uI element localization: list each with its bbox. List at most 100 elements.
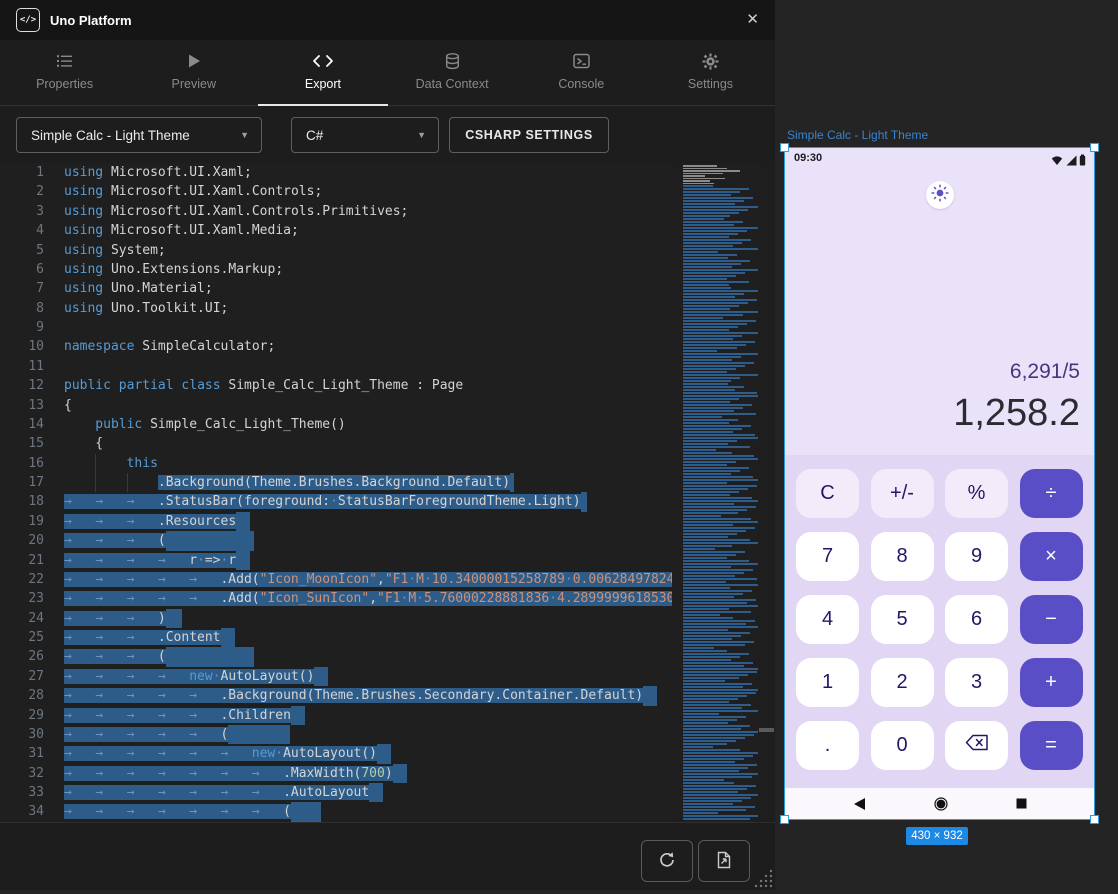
tab-preview[interactable]: Preview <box>129 40 258 105</box>
code-line[interactable]: 19→→→.Resources <box>0 512 672 531</box>
device-frame[interactable]: 09:30 <box>784 147 1095 820</box>
code-line[interactable]: 25→→→.Content <box>0 628 672 647</box>
tab-export[interactable]: Export <box>258 40 387 105</box>
nav-home-icon[interactable] <box>934 797 948 811</box>
minimap-selection-line <box>683 257 728 259</box>
key-eight[interactable]: 8 <box>871 532 934 581</box>
nav-recents-icon[interactable] <box>1016 798 1027 809</box>
key-clear[interactable]: C <box>796 469 859 518</box>
code-line[interactable]: 8using Uno.Toolkit.UI; <box>0 299 672 318</box>
frame-handle-top-right[interactable] <box>1090 143 1099 152</box>
frame-handle-bottom-left[interactable] <box>780 815 789 824</box>
component-select[interactable]: Simple Calc - Light Theme ▼ <box>16 117 262 153</box>
key-add[interactable]: + <box>1020 658 1083 707</box>
code-line[interactable]: 5using System; <box>0 241 672 260</box>
key-three[interactable]: 3 <box>945 658 1008 707</box>
minimap-selection-line <box>683 599 756 601</box>
key-one[interactable]: 1 <box>796 658 859 707</box>
key-multiply[interactable]: × <box>1020 532 1083 581</box>
line-number: 11 <box>0 357 44 376</box>
code-line[interactable]: 29→→→→→.Children <box>0 706 672 725</box>
key-equals[interactable]: = <box>1020 721 1083 770</box>
code-line[interactable]: 11 <box>0 357 672 376</box>
code-line[interactable]: 31→→→→→→new·AutoLayout() <box>0 744 672 763</box>
key-two[interactable]: 2 <box>871 658 934 707</box>
minimap-selection-line <box>683 500 758 502</box>
key-six[interactable]: 6 <box>945 595 1008 644</box>
code-line[interactable]: 26→→→( <box>0 647 672 666</box>
frame-handle-bottom-right[interactable] <box>1090 815 1099 824</box>
code-line[interactable]: 9 <box>0 318 672 337</box>
key-percent[interactable]: % <box>945 469 1008 518</box>
minimap-selection-line <box>683 752 758 754</box>
tab-console[interactable]: Console <box>517 40 646 105</box>
code-line[interactable]: 4using Microsoft.UI.Xaml.Media; <box>0 221 672 240</box>
key-zero[interactable]: 0 <box>871 721 934 770</box>
code-line[interactable]: 21→→→→r·=>·r <box>0 551 672 570</box>
artboard-label[interactable]: Simple Calc - Light Theme <box>787 128 928 142</box>
key-five[interactable]: 5 <box>871 595 934 644</box>
minimap-selection-line <box>683 197 753 199</box>
code-line[interactable]: 17 .Background(Theme.Brushes.Background.… <box>0 473 672 492</box>
minimap-selection-line <box>683 185 713 187</box>
language-select[interactable]: C# ▼ <box>291 117 439 153</box>
code-line[interactable]: 2using Microsoft.UI.Xaml.Controls; <box>0 182 672 201</box>
nav-back-icon[interactable] <box>853 797 866 811</box>
key-subtract[interactable]: − <box>1020 595 1083 644</box>
csharp-settings-button[interactable]: CSHARP SETTINGS <box>449 117 609 153</box>
key-nine[interactable]: 9 <box>945 532 1008 581</box>
code-line[interactable]: 24→→→) <box>0 609 672 628</box>
editor-minimap[interactable] <box>683 163 758 824</box>
theme-toggle-button[interactable] <box>926 181 954 209</box>
minimap-selection-line <box>683 791 738 793</box>
design-canvas[interactable]: Simple Calc - Light Theme 09:30 <box>775 0 1118 890</box>
status-icons <box>1051 153 1086 171</box>
minimap-selection-line <box>683 662 753 664</box>
code-line[interactable]: 33→→→→→→→.AutoLayout <box>0 783 672 802</box>
code-line[interactable]: 3using Microsoft.UI.Xaml.Controls.Primit… <box>0 202 672 221</box>
tab-properties[interactable]: Properties <box>0 40 129 105</box>
code-line[interactable]: 22→→→→→.Add("Icon_MoonIcon","F1·M·10.340… <box>0 570 672 589</box>
editor-scrollbar[interactable] <box>759 728 774 732</box>
minimap-selection-line <box>683 401 730 403</box>
key-plus-minus[interactable]: +/- <box>871 469 934 518</box>
close-icon[interactable]: ✕ <box>746 10 759 28</box>
minimap-selection-line <box>683 497 752 499</box>
code-line[interactable]: 12public partial class Simple_Calc_Light… <box>0 376 672 395</box>
key-decimal[interactable]: . <box>796 721 859 770</box>
code-line[interactable]: 14 public Simple_Calc_Light_Theme() <box>0 415 672 434</box>
code-line[interactable]: 23→→→→→.Add("Icon_SunIcon","F1·M·5.76000… <box>0 589 672 608</box>
code-line[interactable]: 6using Uno.Extensions.Markup; <box>0 260 672 279</box>
code-line[interactable]: 18→→→.StatusBar(foreground:·StatusBarFor… <box>0 492 672 511</box>
code-line[interactable]: 20→→→( <box>0 531 672 550</box>
code-line[interactable]: 27→→→→new·AutoLayout() <box>0 667 672 686</box>
key-backspace[interactable] <box>945 721 1008 770</box>
code-line[interactable]: 34→→→→→→→( <box>0 802 672 821</box>
code-line[interactable]: 28→→→→→.Background(Theme.Brushes.Seconda… <box>0 686 672 705</box>
code-line[interactable]: 15 { <box>0 434 672 453</box>
key-four[interactable]: 4 <box>796 595 859 644</box>
minimap-selection-line <box>683 659 731 661</box>
minimap-selection-line <box>683 746 713 748</box>
export-file-button[interactable] <box>698 840 750 882</box>
tab-settings[interactable]: Settings <box>646 40 775 105</box>
refresh-button[interactable] <box>641 840 693 882</box>
frame-handle-top-left[interactable] <box>780 143 789 152</box>
line-content: →→→→→.Add("Icon_SunIcon","F1·M·5.7600022… <box>64 589 672 608</box>
code-line[interactable]: 30→→→→→( <box>0 725 672 744</box>
tab-data-context[interactable]: Data Context <box>388 40 517 105</box>
line-content: using Microsoft.UI.Xaml; <box>64 163 252 182</box>
line-number: 6 <box>0 260 44 279</box>
code-line[interactable]: 16 this <box>0 454 672 473</box>
code-line[interactable]: 32→→→→→→→.MaxWidth(700) <box>0 764 672 783</box>
code-line[interactable]: 13{ <box>0 396 672 415</box>
code-line[interactable]: 1using Microsoft.UI.Xaml; <box>0 163 672 182</box>
line-number: 25 <box>0 628 44 647</box>
code-line[interactable]: 10namespace SimpleCalculator; <box>0 337 672 356</box>
minimap-selection-line <box>683 260 750 262</box>
key-seven[interactable]: 7 <box>796 532 859 581</box>
code-editor[interactable]: 1using Microsoft.UI.Xaml;2using Microsof… <box>0 163 672 822</box>
key-divide[interactable]: ÷ <box>1020 469 1083 518</box>
minimap-selection-line <box>683 338 733 340</box>
code-line[interactable]: 7using Uno.Material; <box>0 279 672 298</box>
